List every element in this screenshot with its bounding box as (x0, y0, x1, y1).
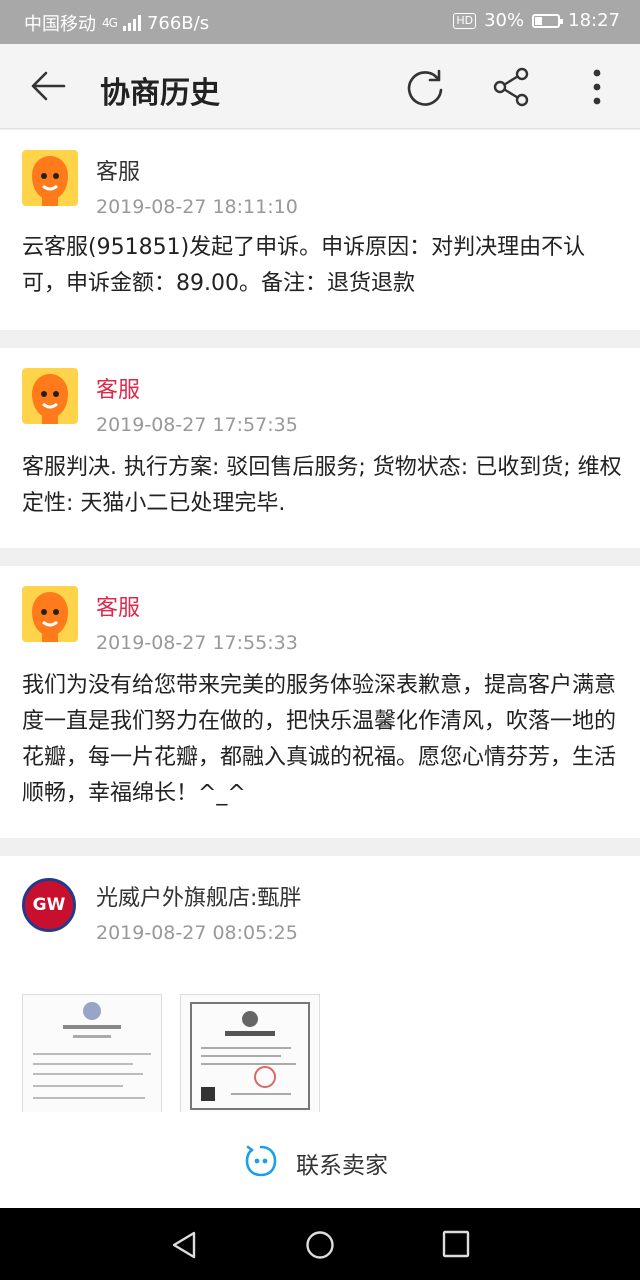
attachment-image[interactable] (22, 994, 162, 1114)
message-time: 2019-08-27 17:55:33 (96, 632, 298, 654)
sender-name: 客服 (96, 596, 141, 621)
mascot-icon (22, 150, 78, 206)
message-card: 客服 2019-08-27 17:55:33 我们为没有给您带来完美的服务体验深… (0, 566, 640, 838)
service-avatar (22, 150, 78, 206)
message-text: 云客服(951851)发起了申诉。申诉原因：对判决理由不认可，申诉金额：89.0… (22, 235, 586, 296)
license-thumbnail (181, 995, 319, 1113)
nav-home-icon[interactable] (305, 1230, 335, 1260)
app-bar: 协商历史 (0, 44, 640, 129)
signal-bars-icon (122, 15, 141, 31)
battery-level (535, 16, 543, 25)
back-arrow-icon[interactable] (30, 70, 66, 102)
document-thumbnail (23, 995, 161, 1113)
signal-icon: 4G (102, 16, 118, 30)
store-logo: GW (22, 878, 76, 932)
more-icon[interactable] (584, 66, 610, 108)
sender-name: 客服 (96, 378, 141, 403)
system-nav-bar (0, 1208, 640, 1280)
message-time: 2019-08-27 18:11:10 (96, 196, 298, 218)
battery-percent: 30% (484, 10, 525, 31)
message-card: GW 光威户外旗舰店:甄胖 2019-08-27 08:05:25 (0, 856, 640, 1114)
nav-recent-icon[interactable] (442, 1230, 470, 1258)
carrier-label: 中国移动 (24, 14, 96, 35)
battery-icon (532, 13, 564, 28)
service-avatar (22, 368, 78, 424)
hd-badge: HD (453, 12, 477, 29)
sender-name: 光威户外旗舰店:甄胖 (96, 886, 302, 911)
contact-seller-button[interactable]: 联系卖家 (296, 1146, 388, 1180)
message-card: 客服 2019-08-27 18:11:10 云客服(951851)发起了申诉。… (0, 130, 640, 330)
clock: 18:27 (568, 10, 620, 31)
mascot-icon (22, 586, 78, 642)
network-speed: 766B/s (146, 12, 210, 34)
refresh-icon[interactable] (404, 66, 446, 108)
message-text: 客服判决. 执行方案: 驳回售后服务; 货物状态: 已收到货; 维权定性: 天猫… (22, 455, 622, 516)
message-time: 2019-08-27 08:05:25 (96, 922, 298, 944)
attachment-image[interactable] (180, 994, 320, 1114)
service-avatar (22, 586, 78, 642)
message-text: 我们为没有给您带来完美的服务体验深表歉意，提高客户满意度一直是我们努力在做的，把… (22, 673, 617, 806)
status-bar: 中国移动 4G 766B/s HD 30% 18:27 (0, 0, 640, 44)
contact-seller-bar[interactable]: 联系卖家 (0, 1112, 640, 1208)
sender-name: 客服 (96, 160, 141, 185)
nav-back-icon[interactable] (170, 1230, 198, 1260)
message-card: 客服 2019-08-27 17:57:35 客服判决. 执行方案: 驳回售后服… (0, 348, 640, 548)
mascot-icon (22, 368, 78, 424)
message-time: 2019-08-27 17:57:35 (96, 414, 298, 436)
chat-bubble-icon (245, 1145, 277, 1177)
share-icon[interactable] (491, 66, 533, 108)
page-title: 协商历史 (100, 76, 220, 111)
